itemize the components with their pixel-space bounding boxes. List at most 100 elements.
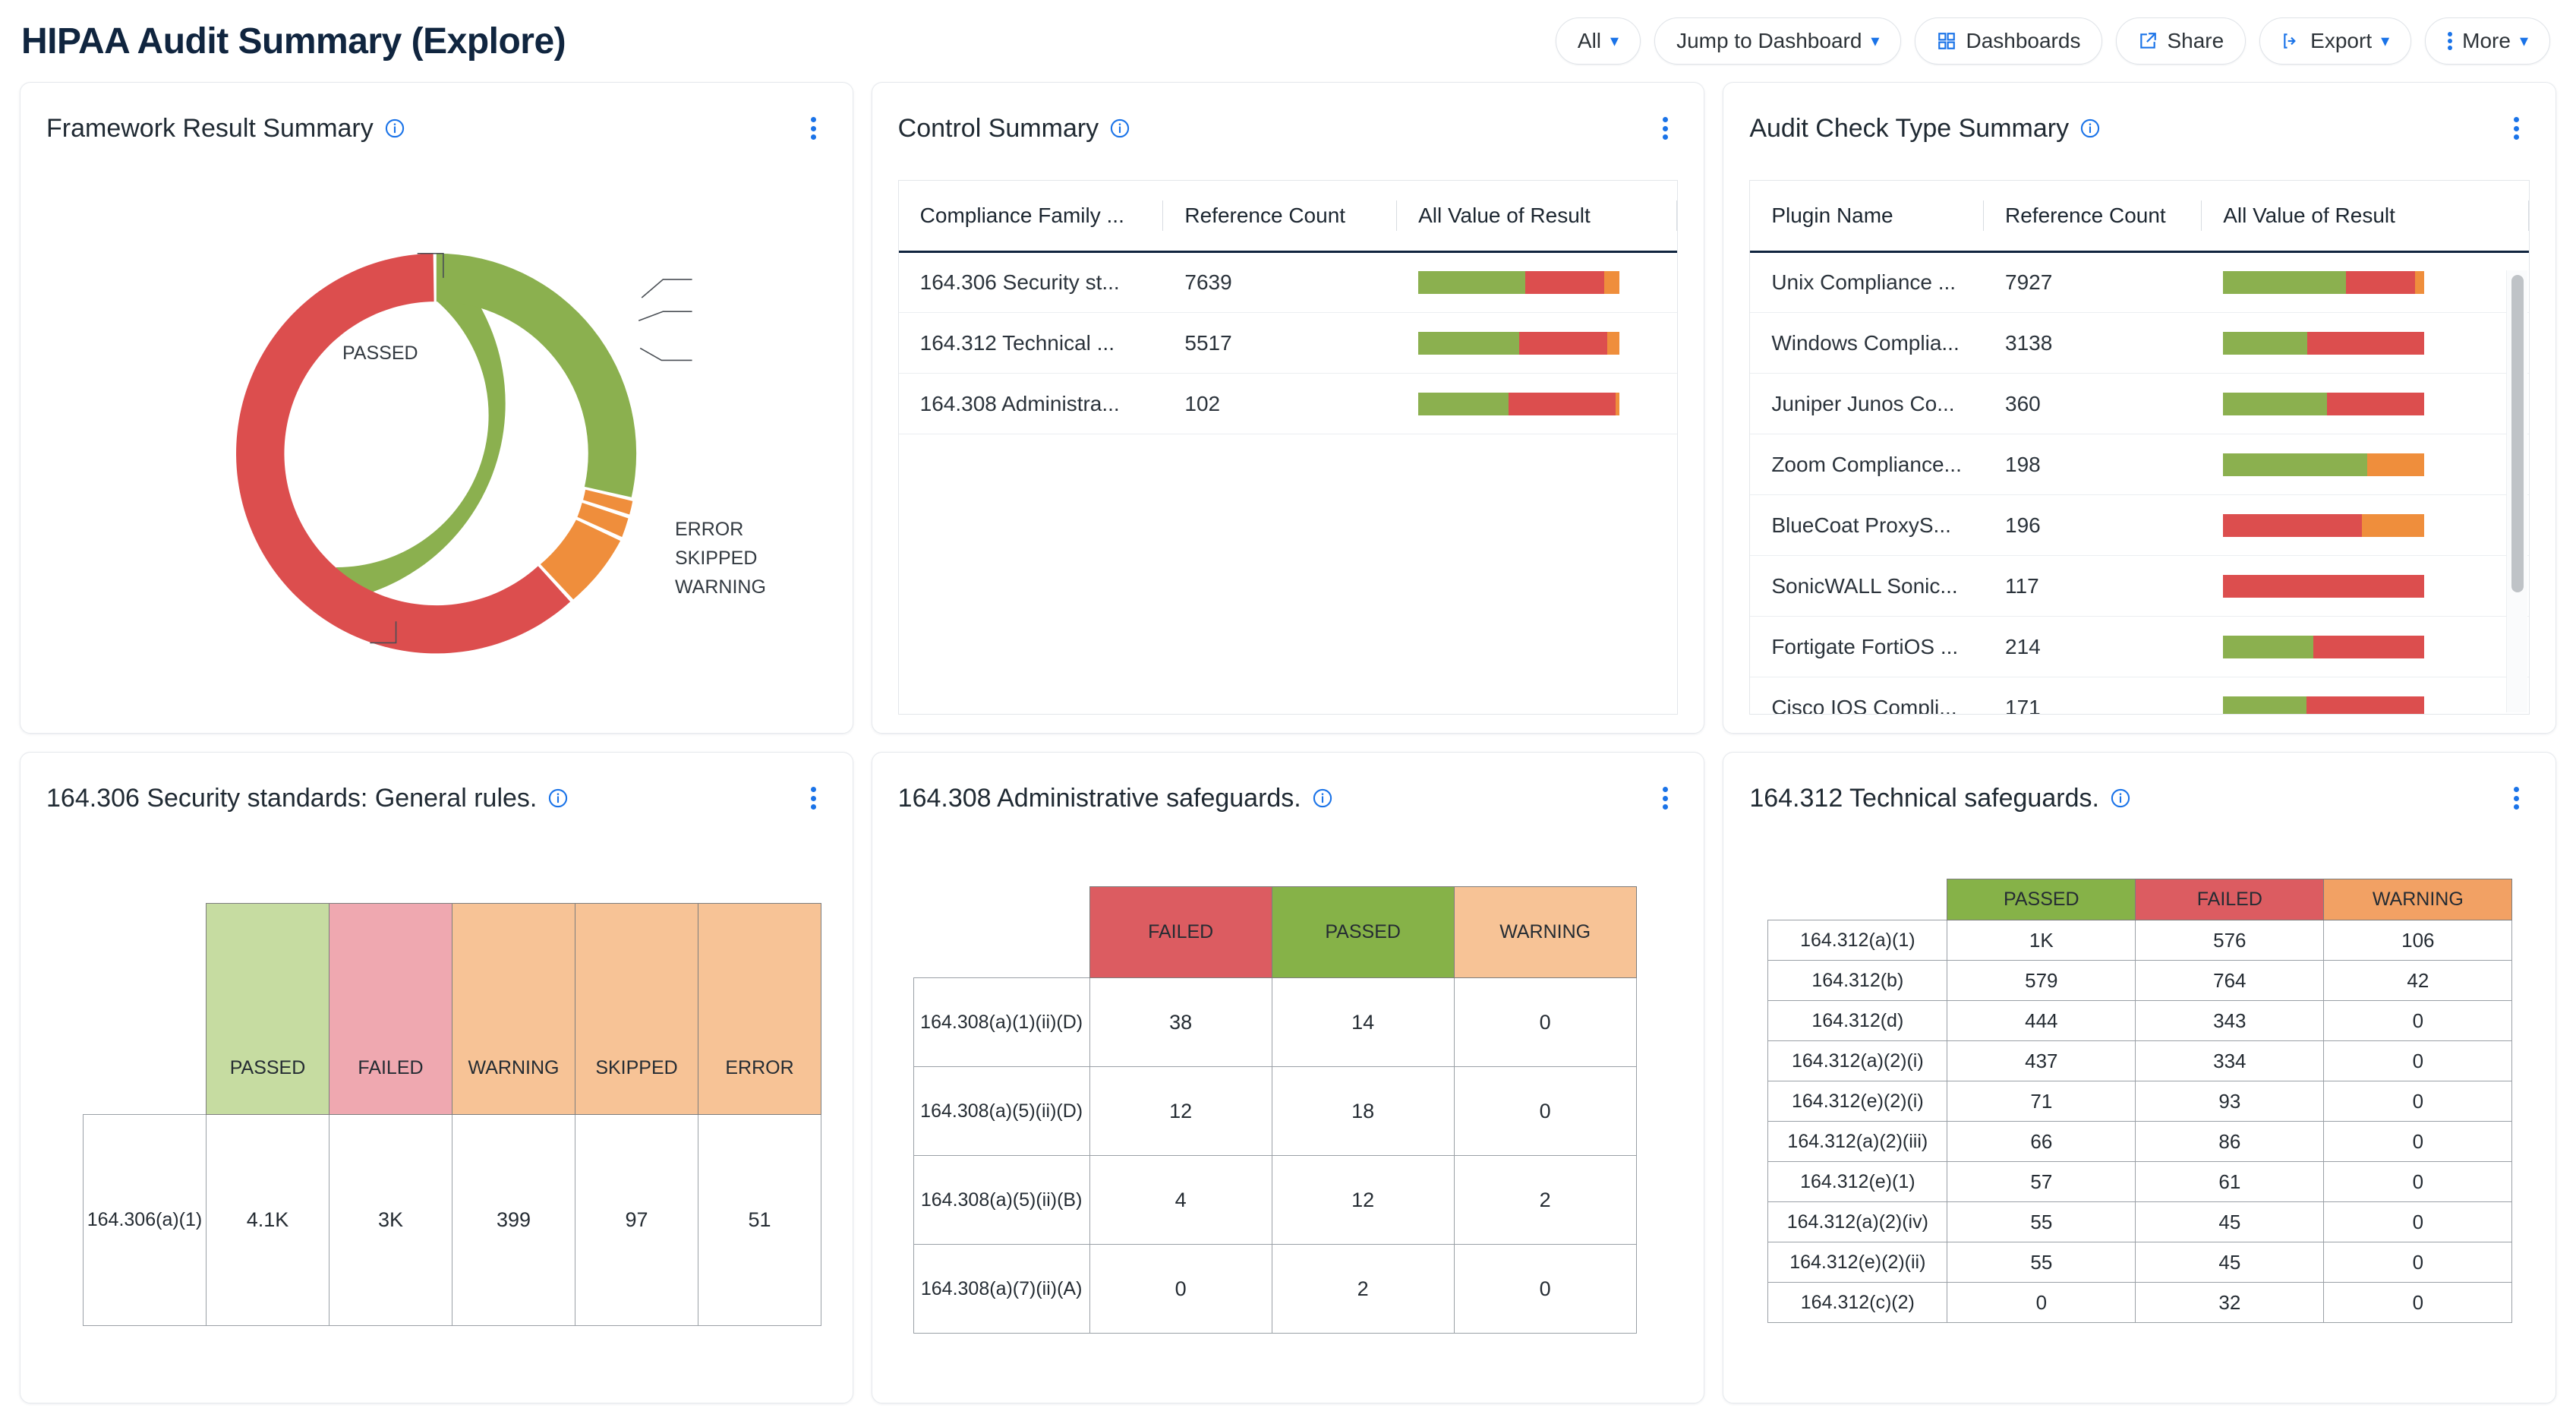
matrix-col-header-error[interactable]: ERROR (698, 903, 821, 1115)
info-icon[interactable] (547, 788, 569, 809)
control-summary-table: Compliance Family ... Reference Count Al… (897, 180, 1679, 715)
bar-segment-passed (1418, 271, 1525, 294)
info-icon[interactable] (1312, 788, 1333, 809)
column-header-reference-count[interactable]: Reference Count (1163, 181, 1398, 253)
dashboards-button[interactable]: Dashboards (1915, 17, 2103, 65)
matrix-row[interactable]: 164.312(e)(1) 57 61 0 (1767, 1161, 2513, 1202)
column-header-all-value-of-result[interactable]: All Value of Result (2202, 181, 2529, 253)
vertical-scrollbar[interactable] (2505, 270, 2527, 712)
info-icon[interactable] (2110, 788, 2131, 809)
panel-menu-button[interactable] (1652, 783, 1678, 813)
matrix-cell-failed: 576 (2135, 920, 2325, 961)
matrix-cell-failed: 45 (2135, 1242, 2325, 1283)
cell-result-bar (2202, 677, 2529, 714)
matrix-col-header-passed[interactable]: PASSED (206, 903, 329, 1115)
bar-segment-passed (2223, 271, 2346, 294)
export-button[interactable]: Export ▾ (2259, 17, 2412, 65)
stacked-bar (2223, 271, 2425, 294)
matrix-row[interactable]: 164.312(c)(2) 0 32 0 (1767, 1282, 2513, 1323)
matrix-row[interactable]: 164.312(a)(2)(iv) 55 45 0 (1767, 1201, 2513, 1242)
stacked-bar (1418, 271, 1620, 294)
table-row[interactable]: 164.306 Security st... 7639 (898, 251, 1678, 313)
matrix-cell-failed: 343 (2135, 1000, 2325, 1041)
matrix-cell-failed: 764 (2135, 960, 2325, 1001)
panel-menu-button[interactable] (801, 783, 827, 813)
matrix-row[interactable]: 164.308(a)(5)(ii)(B) 4 12 2 (913, 1155, 1637, 1245)
matrix-row[interactable]: 164.312(b) 579 764 42 (1767, 960, 2513, 1001)
cell-plugin-name: Unix Compliance ... (1750, 251, 1985, 313)
matrix-col-header-warning[interactable]: WARNING (1453, 886, 1637, 978)
panel-header: 164.306 Security standards: General rule… (20, 753, 853, 813)
matrix-col-header-passed[interactable]: PASSED (1947, 879, 2136, 920)
matrix-cell-warning: 0 (2323, 1161, 2513, 1202)
kebab-icon (2447, 31, 2453, 51)
more-button[interactable]: More ▾ (2425, 17, 2550, 65)
matrix-row[interactable]: 164.306(a)(1) 4.1K 3K 399 97 51 (83, 1114, 821, 1326)
matrix-col-header-failed[interactable]: FAILED (329, 903, 452, 1115)
table-row[interactable]: BlueCoat ProxyS... 196 (1750, 494, 2529, 556)
filter-all-dropdown[interactable]: All ▾ (1555, 17, 1641, 65)
info-icon[interactable] (2079, 118, 2101, 139)
matrix-row[interactable]: 164.312(a)(1) 1K 576 106 (1767, 920, 2513, 961)
matrix-col-header-failed[interactable]: FAILED (1089, 886, 1272, 978)
bar-segment-failed (1524, 271, 1605, 294)
bar-segment-warning (2366, 453, 2425, 476)
panel-menu-button[interactable] (2504, 113, 2530, 144)
dashboard-grid: Framework Result Summary PASSED WARNING … (0, 82, 2576, 1423)
panel-body: Compliance Family ... Reference Count Al… (872, 144, 1704, 733)
panel-control-summary: Control Summary Compliance Family ... Re… (871, 82, 1705, 734)
table-row[interactable]: Juniper Junos Co... 360 (1750, 373, 2529, 434)
table-row[interactable]: 164.312 Technical ... 5517 (898, 312, 1678, 374)
cell-reference-count: 7639 (1163, 251, 1398, 313)
matrix-row[interactable]: 164.312(a)(2)(iii) 66 86 0 (1767, 1121, 2513, 1162)
matrix-row-label: 164.312(e)(2)(i) (1767, 1081, 1948, 1122)
table-row[interactable]: 164.308 Administra... 102 (898, 373, 1678, 434)
matrix-row[interactable]: 164.312(e)(2)(ii) 55 45 0 (1767, 1242, 2513, 1283)
column-header-reference-count[interactable]: Reference Count (1984, 181, 2202, 253)
table-row[interactable]: Zoom Compliance... 198 (1750, 434, 2529, 495)
info-icon[interactable] (1109, 118, 1130, 139)
matrix-row[interactable]: 164.308(a)(5)(ii)(D) 12 18 0 (913, 1066, 1637, 1156)
panel-body: PASSED FAILED WARNING SKIPPED ERROR 164.… (20, 813, 853, 1403)
matrix-row[interactable]: 164.308(a)(1)(ii)(D) 38 14 0 (913, 977, 1637, 1067)
info-icon[interactable] (384, 118, 405, 139)
matrix-row[interactable]: 164.312(a)(2)(i) 437 334 0 (1767, 1040, 2513, 1081)
matrix-row-label: 164.306(a)(1) (83, 1114, 207, 1326)
table-row[interactable]: Windows Complia... 3138 (1750, 312, 2529, 374)
stacked-bar (2223, 392, 2425, 415)
panel-title: Control Summary (897, 113, 1099, 143)
column-label: Reference Count (1184, 204, 1346, 227)
cell-result-bar (1397, 312, 1678, 374)
jump-to-dashboard-dropdown[interactable]: Jump to Dashboard ▾ (1654, 17, 1902, 65)
column-header-all-value-of-result[interactable]: All Value of Result (1397, 181, 1678, 253)
matrix-col-header-skipped[interactable]: SKIPPED (575, 903, 698, 1115)
matrix-col-header-failed[interactable]: FAILED (2135, 879, 2325, 920)
panel-framework-result-summary: Framework Result Summary PASSED WARNING … (20, 82, 853, 734)
bar-segment-passed (2223, 392, 2327, 415)
matrix-row[interactable]: 164.312(e)(2)(i) 71 93 0 (1767, 1081, 2513, 1122)
cell-reference-count: 214 (1984, 616, 2202, 677)
matrix-row[interactable]: 164.312(d) 444 343 0 (1767, 1000, 2513, 1041)
matrix-row[interactable]: 164.308(a)(7)(ii)(A) 0 2 0 (913, 1244, 1637, 1334)
panel-body: Plugin Name Reference Count All Value of… (1723, 144, 2556, 733)
scrollbar-thumb[interactable] (2511, 275, 2524, 592)
column-header-compliance-family[interactable]: Compliance Family ... (898, 181, 1164, 253)
matrix-cell-passed: 0 (1947, 1282, 2136, 1323)
table-row[interactable]: Unix Compliance ... 7927 (1750, 251, 2529, 313)
matrix-col-header-passed[interactable]: PASSED (1271, 886, 1455, 978)
table-row[interactable]: Cisco IOS Compli... 171 (1750, 677, 2529, 714)
panel-header: Framework Result Summary (20, 83, 853, 144)
matrix-cell-failed: 93 (2135, 1081, 2325, 1122)
share-button[interactable]: Share (2116, 17, 2247, 65)
table-row[interactable]: Fortigate FortiOS ... 214 (1750, 616, 2529, 677)
matrix-col-header-warning[interactable]: WARNING (2323, 879, 2513, 920)
panel-menu-button[interactable] (2504, 783, 2530, 813)
panel-menu-button[interactable] (1652, 113, 1678, 144)
administrative-safeguards-matrix: FAILED PASSED WARNING 164.308(a)(1)(ii)(… (872, 813, 1704, 1403)
bar-segment-warning (1607, 331, 1620, 355)
column-header-plugin-name[interactable]: Plugin Name (1750, 181, 1985, 253)
cell-plugin-name: SonicWALL Sonic... (1750, 555, 1985, 617)
matrix-col-header-warning[interactable]: WARNING (452, 903, 575, 1115)
panel-menu-button[interactable] (801, 113, 827, 144)
table-row[interactable]: SonicWALL Sonic... 117 (1750, 555, 2529, 617)
